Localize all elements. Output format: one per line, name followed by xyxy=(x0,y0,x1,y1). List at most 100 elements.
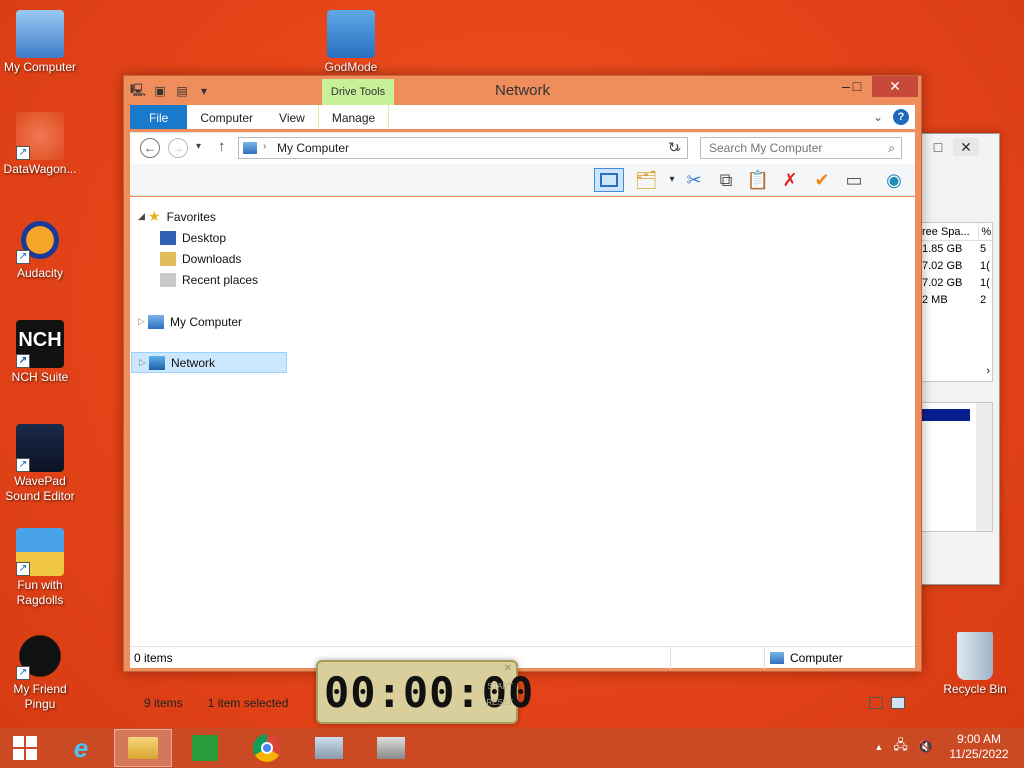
large-icons-view-icon[interactable] xyxy=(891,697,905,709)
desktop-icon-recycle-bin[interactable]: Recycle Bin xyxy=(935,632,1015,697)
cut-icon[interactable]: ✂ xyxy=(682,168,706,192)
windows-logo-icon xyxy=(13,736,37,760)
forward-button[interactable]: → xyxy=(168,138,188,158)
expand-ribbon-icon[interactable]: ⌄ xyxy=(873,110,883,124)
rename-icon[interactable]: ▭ xyxy=(842,168,866,192)
checkmark-icon[interactable]: ✔ xyxy=(810,168,834,192)
desktop-icon-label-line2: Sound Editor xyxy=(5,489,75,503)
item-count: 9 items xyxy=(144,696,183,710)
table-row[interactable]: 2 MB 2 xyxy=(922,292,992,309)
maximize-button[interactable]: □ xyxy=(842,76,872,97)
desktop-icon-nch-suite[interactable]: NCH ↗ NCH Suite xyxy=(0,320,80,385)
table-row[interactable]: 1.85 GB 5 xyxy=(922,241,992,258)
tab-file[interactable]: File xyxy=(130,105,188,129)
copy-icon[interactable]: ⧉ xyxy=(714,168,738,192)
network-status-icon[interactable]: 🖧 xyxy=(893,736,908,758)
nav-item-label: Desktop xyxy=(182,230,227,245)
percent-cell: 1( xyxy=(980,277,990,289)
nav-item-desktop[interactable]: Desktop xyxy=(160,227,226,248)
nav-item-my-computer[interactable]: ▷ My Computer xyxy=(138,311,242,332)
column-header-free-space[interactable]: ree Spa... xyxy=(922,223,978,240)
refresh-icon[interactable]: ↻ xyxy=(668,139,680,156)
taskbar-resource-monitor[interactable] xyxy=(300,729,358,767)
taskbar-scanner[interactable] xyxy=(362,729,420,767)
explorer-window[interactable]: 🖳 ▣ ▤ ▾ Drive Tools Network – □ ✕ File C… xyxy=(123,75,922,710)
clock[interactable]: 9:00 AM 11/25/2022 xyxy=(944,732,1014,762)
monitor-icon xyxy=(315,737,343,759)
reset-button[interactable]: RESET xyxy=(486,698,513,707)
background-window[interactable]: □ ✕ ree Spa... % 1.85 GB 5 7.02 GB 1( 7.02… xyxy=(916,133,1000,585)
table-row[interactable]: 7.02 GB 1( xyxy=(922,275,992,292)
desktop-icon-audacity[interactable]: ↗ Audacity xyxy=(0,216,80,281)
divider xyxy=(764,647,765,669)
vertical-scrollbar[interactable] xyxy=(976,403,992,531)
recent-locations-icon[interactable]: ▾ xyxy=(196,141,201,152)
desktop-icon-fun-with-ragdolls[interactable]: ↗ Fun with Ragdolls xyxy=(0,528,80,608)
taskbar-file-explorer[interactable] xyxy=(114,729,172,767)
close-button[interactable]: ✕ xyxy=(872,76,918,97)
background-window-titlebar[interactable]: □ ✕ xyxy=(917,134,999,160)
breadcrumb-separator-icon[interactable]: › xyxy=(263,141,266,152)
search-field[interactable]: ⌕ xyxy=(700,137,902,159)
audacity-icon: ↗ xyxy=(16,216,64,264)
details-view-icon[interactable] xyxy=(869,697,883,709)
tab-view[interactable]: View xyxy=(266,105,318,129)
expand-arrow-icon[interactable]: ▷ xyxy=(139,357,149,368)
divider xyxy=(670,647,671,669)
search-icon[interactable]: ⌕ xyxy=(888,141,895,156)
column-header-percent[interactable]: % xyxy=(978,223,992,240)
address-input[interactable]: › My Computer ⌄ xyxy=(238,137,688,159)
nav-item-favorites[interactable]: ◢ ★ Favorites xyxy=(138,206,216,227)
desktop-icon-datawagon[interactable]: ↗ DataWagon... xyxy=(0,112,80,177)
nav-item-label: Recent places xyxy=(182,272,259,287)
desktop-icon-label: My Computer xyxy=(3,60,77,74)
address-path[interactable]: My Computer xyxy=(277,141,349,155)
maximize-button[interactable]: □ xyxy=(925,138,951,156)
preview-pane-icon[interactable] xyxy=(594,168,624,192)
back-button[interactable]: ← xyxy=(140,138,160,158)
computer-icon xyxy=(243,142,257,154)
desktop-icon-label: DataWagon... xyxy=(3,162,77,176)
expand-arrow-icon[interactable]: ▷ xyxy=(138,316,148,327)
desktop-icon-label-line1: WavePad xyxy=(14,474,66,488)
wavepad-icon: ↗ xyxy=(16,424,64,472)
folder-options-icon[interactable]: 🗂 xyxy=(634,168,658,192)
table-row[interactable]: 7.02 GB 1( xyxy=(922,258,992,275)
nav-item-network[interactable]: ▷ Network xyxy=(131,352,287,373)
close-button[interactable]: ✕ xyxy=(953,138,979,156)
volume-muted-icon[interactable]: 🔇 xyxy=(918,739,934,755)
help-icon[interactable]: ? xyxy=(893,109,909,125)
desktop-icon-my-computer[interactable]: My Computer xyxy=(0,10,80,75)
shortcut-arrow-icon: ↗ xyxy=(16,458,30,472)
paste-icon[interactable]: 📋 xyxy=(746,168,770,192)
desktop-icon-wavepad[interactable]: ↗ WavePad Sound Editor xyxy=(0,424,80,504)
nav-item-recent-places[interactable]: Recent places xyxy=(160,269,258,290)
taskbar-chrome[interactable] xyxy=(238,729,296,767)
desktop-icon xyxy=(160,230,176,245)
tab-computer[interactable]: Computer xyxy=(187,105,266,129)
chevron-down-icon[interactable]: ▾ xyxy=(660,168,684,192)
start-button[interactable]: START xyxy=(488,682,513,691)
nav-item-downloads[interactable]: Downloads xyxy=(160,248,241,269)
address-bar-row: ← → ▾ ↑ › My Computer ⌄ ↻ ⌕ xyxy=(130,132,915,164)
globe-icon[interactable]: ◉ xyxy=(882,168,906,192)
taskbar-store[interactable] xyxy=(176,729,234,767)
tab-manage[interactable]: Manage xyxy=(317,105,390,129)
search-input[interactable] xyxy=(701,138,871,158)
free-space-cell: 2 MB xyxy=(922,294,948,306)
start-button[interactable] xyxy=(0,729,50,767)
computer-icon xyxy=(16,10,64,58)
show-hidden-icons-icon[interactable]: ▲ xyxy=(874,742,883,752)
bottom-location: Computer xyxy=(790,651,843,665)
desktop-icon-godmode[interactable]: GodMode xyxy=(311,10,391,75)
scroll-right-icon[interactable]: › xyxy=(986,365,990,377)
selection-count: 1 item selected xyxy=(207,696,289,710)
desktop-icon-my-friend-pingu[interactable]: ↗ My Friend Pingu xyxy=(0,632,80,712)
nav-item-label: Downloads xyxy=(182,251,242,266)
percent-cell: 2 xyxy=(980,294,987,306)
expand-arrow-icon[interactable]: ◢ xyxy=(138,211,148,222)
up-arrow-icon[interactable]: ↑ xyxy=(218,138,226,155)
delete-icon[interactable]: ✗ xyxy=(778,168,802,192)
stopwatch-widget[interactable]: ✕ 00:00:00 START RESET xyxy=(316,660,533,724)
taskbar-internet-explorer[interactable]: e xyxy=(52,729,110,767)
